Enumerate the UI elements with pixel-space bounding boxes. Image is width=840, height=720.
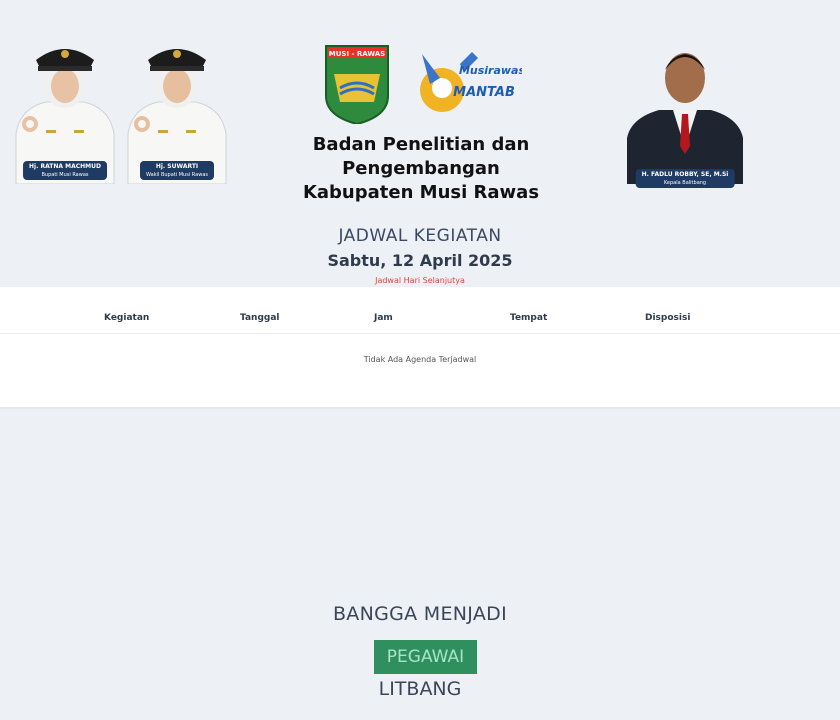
schedule-title: JADWAL KEGIATAN xyxy=(338,226,502,246)
slogan-line2: MANTAB xyxy=(453,85,515,100)
next-day-schedule-link[interactable]: Jadwal Hari Selanjutya xyxy=(0,276,840,285)
column-header-tempat: Tempat xyxy=(510,313,548,323)
column-header-disposisi: Disposisi xyxy=(645,313,691,323)
leader-name-1: Hj. RATNA MACHMUD xyxy=(29,163,101,170)
leader-role-2: Wakil Bupati Musi Rawas xyxy=(146,172,208,178)
organization-title: Badan Penelitian dan Pengembangan Kabupa… xyxy=(240,133,602,205)
leader-role-3: Kepala Balitbang xyxy=(663,180,707,186)
column-header-jam: Jam xyxy=(374,313,393,323)
leader-role-1: Bupati Musi Rawas xyxy=(41,172,89,178)
logo-group: MUSI - RAWAS Musirawas MANTAB xyxy=(322,44,525,126)
slogan-line1: Musirawas xyxy=(459,64,522,77)
leader-portrait-1: Hj. RATNA MACHMUD Bupati Musi Rawas xyxy=(6,34,124,184)
banner-highlight-pegawai: PEGAWAI xyxy=(374,640,477,674)
schedule-table: Kegiatan Tanggal Jam Tempat Disposisi Ti… xyxy=(0,287,840,409)
header-banner: Hj. RATNA MACHMUD Bupati Musi Rawas Hj. … xyxy=(0,0,840,203)
emblem-text: MUSI - RAWAS xyxy=(329,50,385,58)
leader-nametag-2: Hj. SUWARTI Wakil Bupati Musi Rawas xyxy=(140,161,214,180)
banner-line-bangga: BANGGA MENJADI xyxy=(332,603,508,625)
leader-nametag-1: Hj. RATNA MACHMUD Bupati Musi Rawas xyxy=(23,161,107,180)
column-header-tanggal: Tanggal xyxy=(240,313,280,323)
leader-portrait-3: H. FADLU ROBBY, SE, M.Si Kepala Balitban… xyxy=(623,38,747,188)
leader-name-3: H. FADLU ROBBY, SE, M.Si xyxy=(641,171,729,178)
org-title-line1: Badan Penelitian dan Pengembangan xyxy=(312,134,530,179)
column-header-kegiatan: Kegiatan xyxy=(104,313,150,323)
banner-line-litbang: LITBANG xyxy=(378,678,462,700)
schedule-date: Sabtu, 12 April 2025 xyxy=(327,251,513,270)
leader-nametag-3: H. FADLU ROBBY, SE, M.Si Kepala Balitban… xyxy=(635,169,735,188)
regency-emblem-icon: MUSI - RAWAS Musirawas MANTAB xyxy=(325,45,525,126)
empty-table-message: Tidak Ada Agenda Terjadwal xyxy=(363,355,477,364)
leader-name-2: Hj. SUWARTI xyxy=(155,163,199,170)
leader-portrait-2: Hj. SUWARTI Wakil Bupati Musi Rawas xyxy=(118,34,236,184)
org-title-line2: Kabupaten Musi Rawas xyxy=(302,182,540,203)
table-header: Kegiatan Tanggal Jam Tempat Disposisi xyxy=(0,287,840,334)
